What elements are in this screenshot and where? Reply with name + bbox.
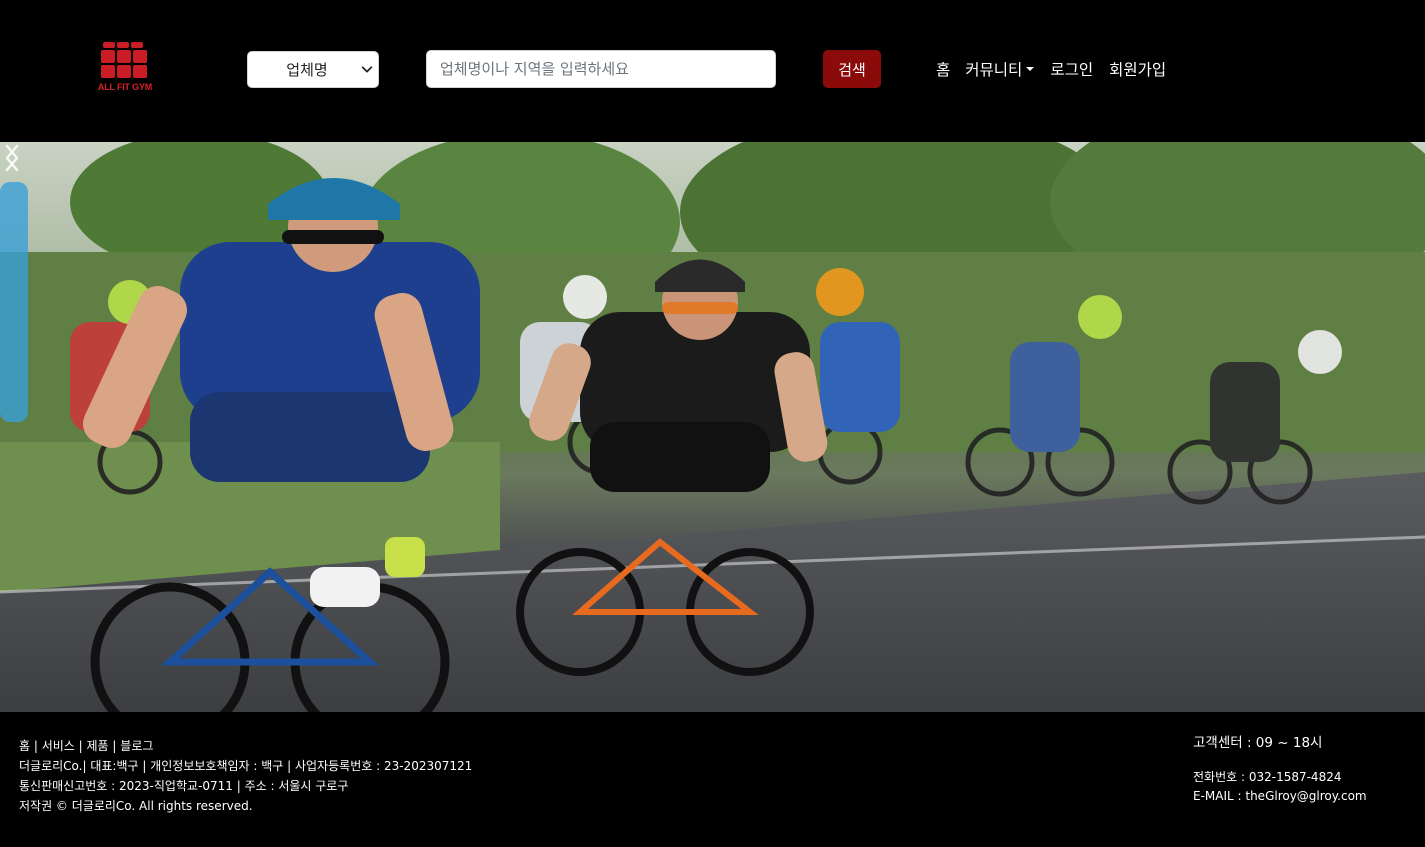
search-type-select[interactable]: 업체명 [247,51,379,88]
site-header: ALL FIT GYM 업체명 검색 홈 커뮤니티 로그인 회원가입 [0,0,1425,142]
nav-signup[interactable]: 회원가입 [1109,58,1166,80]
footer-link-separator: | [108,739,121,753]
customer-phone: 전화번호 : 032-1587-4824 [1193,770,1342,784]
nav-community-dropdown[interactable]: 커뮤니티 [965,58,1035,80]
footer-link-separator: | [30,739,42,753]
customer-center-hours: 고객센터 : 09 ~ 18시 [1193,735,1323,751]
footer-links: 홈 | 서비스 | 제품 | 블로그 [19,736,472,756]
nav-community-label: 커뮤니티 [965,61,1023,79]
nav-home[interactable]: 홈 [936,58,950,80]
registration-info: 통신판매신고번호 : 2023-직업학교-0711 | 주소 : 서울시 구로구 [19,779,349,793]
search-input[interactable] [426,50,776,88]
footer-link-separator: | [74,739,87,753]
search-button[interactable]: 검색 [823,50,881,88]
footer-info: 홈 | 서비스 | 제품 | 블로그 더글로리Co.| 대표:백구 | 개인정보… [19,736,472,816]
hero-carousel [0,142,1425,712]
main-nav: 홈 커뮤니티 로그인 회원가입 [936,58,1166,80]
footer-link-blog[interactable]: 블로그 [120,739,153,753]
search-type-selected: 업체명 [286,61,328,79]
hero-image [0,142,1425,712]
logo[interactable]: ALL FIT GYM [94,42,156,96]
chevron-down-icon [361,66,373,73]
chevron-right-icon[interactable] [0,142,24,174]
site-footer: 홈 | 서비스 | 제품 | 블로그 더글로리Co.| 대표:백구 | 개인정보… [0,712,1425,847]
footer-link-home[interactable]: 홈 [19,739,30,753]
copyright: 저작권 © 더글로리Co. All rights reserved. [19,799,253,813]
company-info: 더글로리Co.| 대표:백구 | 개인정보보호책임자 : 백구 | 사업자등록번… [19,759,473,773]
logo-mark-icon [101,42,147,78]
footer-link-products[interactable]: 제품 [87,739,109,753]
customer-email: E-MAIL : theGlroy@glroy.com [1193,789,1367,803]
nav-login[interactable]: 로그인 [1050,58,1093,80]
footer-link-services[interactable]: 서비스 [42,739,75,753]
customer-center: 고객센터 : 09 ~ 18시 전화번호 : 032-1587-4824 E-M… [1193,732,1367,806]
caret-down-icon [1026,66,1035,71]
logo-text: ALL FIT GYM [97,82,153,92]
